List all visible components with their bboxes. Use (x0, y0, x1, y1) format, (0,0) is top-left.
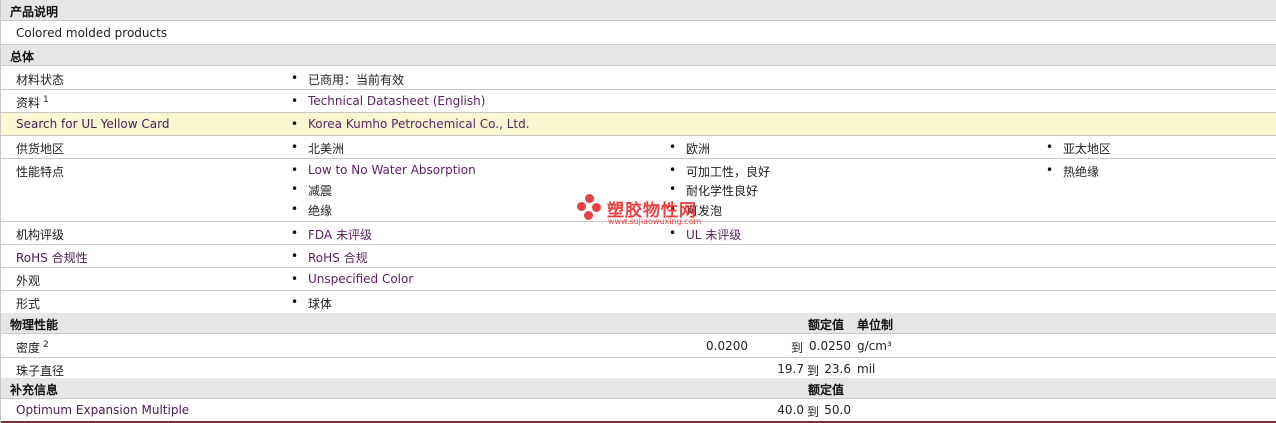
density-to: 0.0250 (809, 339, 851, 353)
agency-item[interactable]: FDA 未评级 (291, 226, 372, 243)
rohs-item[interactable]: RoHS 合规 (291, 249, 368, 266)
row-label: 性能特点 (16, 165, 65, 179)
section-header-supplemental: 补充信息 额定值 (1, 378, 1276, 399)
section-title: 总体 (10, 50, 35, 64)
row-label: 形式 (16, 297, 41, 311)
fda-link[interactable]: FDA 未评级 (308, 228, 372, 242)
supplier-item[interactable]: Korea Kumho Petrochemical Co., Ltd. (291, 117, 530, 131)
section-header-physical: 物理性能 额定值 单位制 (1, 313, 1276, 334)
range-word: 到 (791, 341, 804, 355)
section-title: 产品说明 (10, 5, 59, 19)
appearance-item[interactable]: Unspecified Color (291, 272, 413, 286)
region-item: 北美洲 (291, 140, 344, 157)
row-appearance: 外观 Unspecified Color (1, 268, 1276, 291)
row-label: 机构评级 (16, 228, 65, 242)
row-density: 密度 2 0.0200 到 0.0250 g/cm³ (1, 335, 1276, 358)
density-unit: g/cm³ (857, 339, 892, 353)
row-label: 资料 1 (16, 95, 49, 110)
row-supply-regions: 供货地区 北美洲 欧洲 亚太地区 (1, 136, 1276, 159)
col-header-nominal: 额定值 (808, 318, 845, 332)
row-label: 供货地区 (16, 142, 65, 156)
bead-diameter-from: 19.7 (777, 362, 804, 376)
logo-dots-icon (575, 194, 605, 224)
expansion-label-link[interactable]: Optimum Expansion Multiple (16, 403, 189, 417)
form-item: 球体 (291, 295, 332, 312)
region-item: 欧洲 (669, 140, 710, 157)
product-desc-text: Colored molded products (16, 26, 168, 40)
row-ul-yellow-card: Search for UL Yellow Card Korea Kumho Pe… (1, 113, 1276, 136)
feature-item: 可加工性，良好 (669, 163, 770, 180)
row-documents: 资料1 Technical Datasheet (English) (1, 90, 1276, 113)
range-word: 到 (807, 405, 820, 419)
bead-diameter-to: 23.6 (824, 362, 851, 376)
section-title: 物理性能 (10, 318, 59, 332)
document-item[interactable]: Technical Datasheet (English) (291, 94, 485, 108)
footnote-ref: 1 (43, 95, 49, 105)
rohs-link[interactable]: RoHS 合规 (308, 251, 368, 265)
material-status-value: 已商用：当前有效 (291, 71, 404, 88)
rohs-label-link[interactable]: RoHS 合规性 (16, 249, 88, 266)
section-header-general: 总体 (1, 45, 1276, 66)
bead-diameter-unit: mil (857, 362, 876, 376)
feature-item: 热绝缘 (1046, 163, 1099, 180)
supplier-link[interactable]: Korea Kumho Petrochemical Co., Ltd. (308, 117, 530, 131)
row-rohs: RoHS 合规性 RoHS 合规 (1, 245, 1276, 268)
row-label: 材料状态 (16, 73, 65, 87)
watermark-logo: 塑胶物性网 www.sujiaowuxing.com (575, 194, 725, 234)
row-expansion: Optimum Expansion Multiple 40.0 到 50.0 (1, 400, 1276, 421)
row-form: 形式 球体 (1, 291, 1276, 314)
density-from: 0.0200 (706, 339, 748, 353)
footnote-ref: 2 (43, 340, 49, 350)
watermark-url: www.sujiaowuxing.com (608, 217, 702, 226)
row-label: 外观 (16, 274, 41, 288)
col-header-unit: 单位制 (857, 318, 894, 332)
expansion-to: 50.0 (824, 403, 851, 417)
row-label: 密度 2 (16, 340, 49, 355)
ul-yellow-card-link[interactable]: Search for UL Yellow Card (16, 117, 169, 131)
technical-datasheet-link[interactable]: Technical Datasheet (English) (308, 94, 485, 108)
expansion-from: 40.0 (777, 403, 804, 417)
col-header-nominal: 额定值 (808, 383, 845, 397)
feature-link[interactable]: Low to No Water Absorption (308, 163, 476, 177)
feature-item: 绝缘 (291, 202, 332, 219)
appearance-link[interactable]: Unspecified Color (308, 272, 413, 286)
row-material-status: 材料状态 已商用：当前有效 (1, 67, 1276, 90)
datasheet-table: 产品说明 Colored molded products 总体 材料状态 已商用… (0, 0, 1276, 423)
section-header-product-desc: 产品说明 (1, 0, 1276, 21)
section-title: 补充信息 (10, 383, 59, 397)
region-item: 亚太地区 (1046, 140, 1111, 157)
row-label: 珠子直径 (16, 364, 65, 378)
feature-item: 减震 (291, 182, 332, 199)
feature-item[interactable]: Low to No Water Absorption (291, 163, 476, 177)
range-word: 到 (807, 364, 820, 378)
product-desc-row: Colored molded products (1, 22, 1276, 45)
